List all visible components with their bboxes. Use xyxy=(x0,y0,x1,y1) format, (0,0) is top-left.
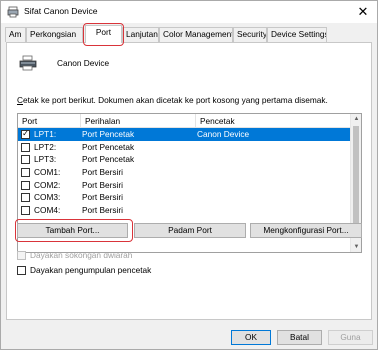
port-name: COM3: xyxy=(34,192,61,203)
table-row[interactable]: COM2: Port Bersiri xyxy=(18,179,351,192)
bidirectional-checkbox xyxy=(17,250,26,260)
port-cell: COM4: xyxy=(18,204,78,217)
apply-button: Guna xyxy=(328,330,373,345)
port-cell: COM1: xyxy=(18,166,78,179)
port-name: COM1: xyxy=(34,167,61,178)
table-row[interactable]: LPT1: Port Pencetak Canon Device xyxy=(18,128,351,141)
properties-dialog: Sifat Canon Device ✕ Am Perkongsian Port… xyxy=(0,0,378,350)
tab-security[interactable]: Security xyxy=(233,27,267,42)
printer-icon xyxy=(19,55,37,71)
tab-device-settings[interactable]: Device Settings xyxy=(267,27,327,42)
bidirectional-option: Dayakan sokongan dwiarah xyxy=(17,250,132,260)
pooling-option[interactable]: Dayakan pengumpulan pencetak xyxy=(17,265,151,275)
description-cell: Port Bersiri xyxy=(82,205,124,216)
ports-panel: Canon Device Cetak ke port berikut. Doku… xyxy=(6,42,372,320)
port-name: LPT3: xyxy=(34,154,57,165)
scrollbar-thumb[interactable] xyxy=(353,126,359,232)
table-row[interactable]: LPT3: Port Pencetak xyxy=(18,153,351,166)
table-row[interactable]: COM4: Port Bersiri xyxy=(18,204,351,217)
description-cell: Port Bersiri xyxy=(82,167,124,178)
instruction-text: Cetak ke port berikut. Dokumen akan dice… xyxy=(17,95,328,105)
tab-advanced[interactable]: Lanjutan xyxy=(122,27,159,42)
tab-strip: Am Perkongsian Port Lanjutan Color Manag… xyxy=(5,25,375,43)
title-bar: Sifat Canon Device ✕ xyxy=(1,1,377,23)
port-cell: LPT2: xyxy=(18,141,78,154)
tab-color-management[interactable]: Color Management xyxy=(159,27,233,42)
port-list-header: Port Perihalan Pencetak xyxy=(18,114,351,128)
tab-ports[interactable]: Port xyxy=(85,25,122,43)
column-header-description[interactable]: Perihalan xyxy=(81,114,196,128)
description-cell: Port Pencetak xyxy=(82,141,135,152)
description-cell: Port Pencetak xyxy=(82,154,135,165)
port-checkbox[interactable] xyxy=(21,167,30,177)
printer-name: Canon Device xyxy=(57,58,110,68)
port-cell: LPT1: xyxy=(18,128,78,141)
table-row[interactable]: LPT2: Port Pencetak xyxy=(18,141,351,154)
ok-button[interactable]: OK xyxy=(231,330,271,345)
port-name: COM4: xyxy=(34,205,61,216)
table-row[interactable]: COM3: Port Bersiri xyxy=(18,191,351,204)
tab-general[interactable]: Am xyxy=(5,27,26,42)
close-button[interactable]: ✕ xyxy=(349,1,377,23)
column-header-printer[interactable]: Pencetak xyxy=(196,114,351,128)
pooling-label: Dayakan pengumpulan pencetak xyxy=(30,265,152,275)
printer-icon xyxy=(7,6,19,18)
description-cell: Port Bersiri xyxy=(82,179,124,190)
tab-sharing[interactable]: Perkongsian xyxy=(26,27,83,42)
cancel-button[interactable]: Batal xyxy=(277,330,322,345)
window-title: Sifat Canon Device xyxy=(24,6,98,16)
port-cell: LPT3: xyxy=(18,153,78,166)
configure-port-button[interactable]: Mengkonfigurasi Port... xyxy=(250,223,362,238)
delete-port-button[interactable]: Padam Port xyxy=(134,223,246,238)
table-row[interactable]: COM1: Port Bersiri xyxy=(18,166,351,179)
port-name: COM2: xyxy=(34,179,61,190)
port-checkbox[interactable] xyxy=(21,142,30,152)
port-cell: COM2: xyxy=(18,179,78,192)
port-checkbox[interactable] xyxy=(21,205,30,215)
port-checkbox[interactable] xyxy=(21,193,30,203)
close-icon: ✕ xyxy=(357,4,369,19)
port-cell: COM3: xyxy=(18,191,78,204)
add-port-button[interactable]: Tambah Port... xyxy=(17,223,128,238)
scroll-up-icon[interactable]: ▲ xyxy=(351,114,361,124)
description-cell: Port Bersiri xyxy=(82,192,124,203)
port-checkbox[interactable] xyxy=(21,129,30,139)
port-name: LPT2: xyxy=(34,141,57,152)
pooling-checkbox[interactable] xyxy=(17,265,26,275)
port-rows: LPT1: Port Pencetak Canon Device LPT2: P… xyxy=(18,128,351,217)
scroll-down-icon[interactable]: ▼ xyxy=(351,242,361,252)
port-checkbox[interactable] xyxy=(21,180,30,190)
port-checkbox[interactable] xyxy=(21,155,30,165)
instruction-body: etak ke port berikut. Dokumen akan dicet… xyxy=(23,95,328,105)
column-header-port[interactable]: Port xyxy=(18,114,81,128)
description-cell: Port Pencetak xyxy=(82,129,135,139)
port-name: LPT1: xyxy=(34,129,57,139)
printer-cell: Canon Device xyxy=(197,129,250,139)
bidirectional-label: Dayakan sokongan dwiarah xyxy=(30,250,133,260)
